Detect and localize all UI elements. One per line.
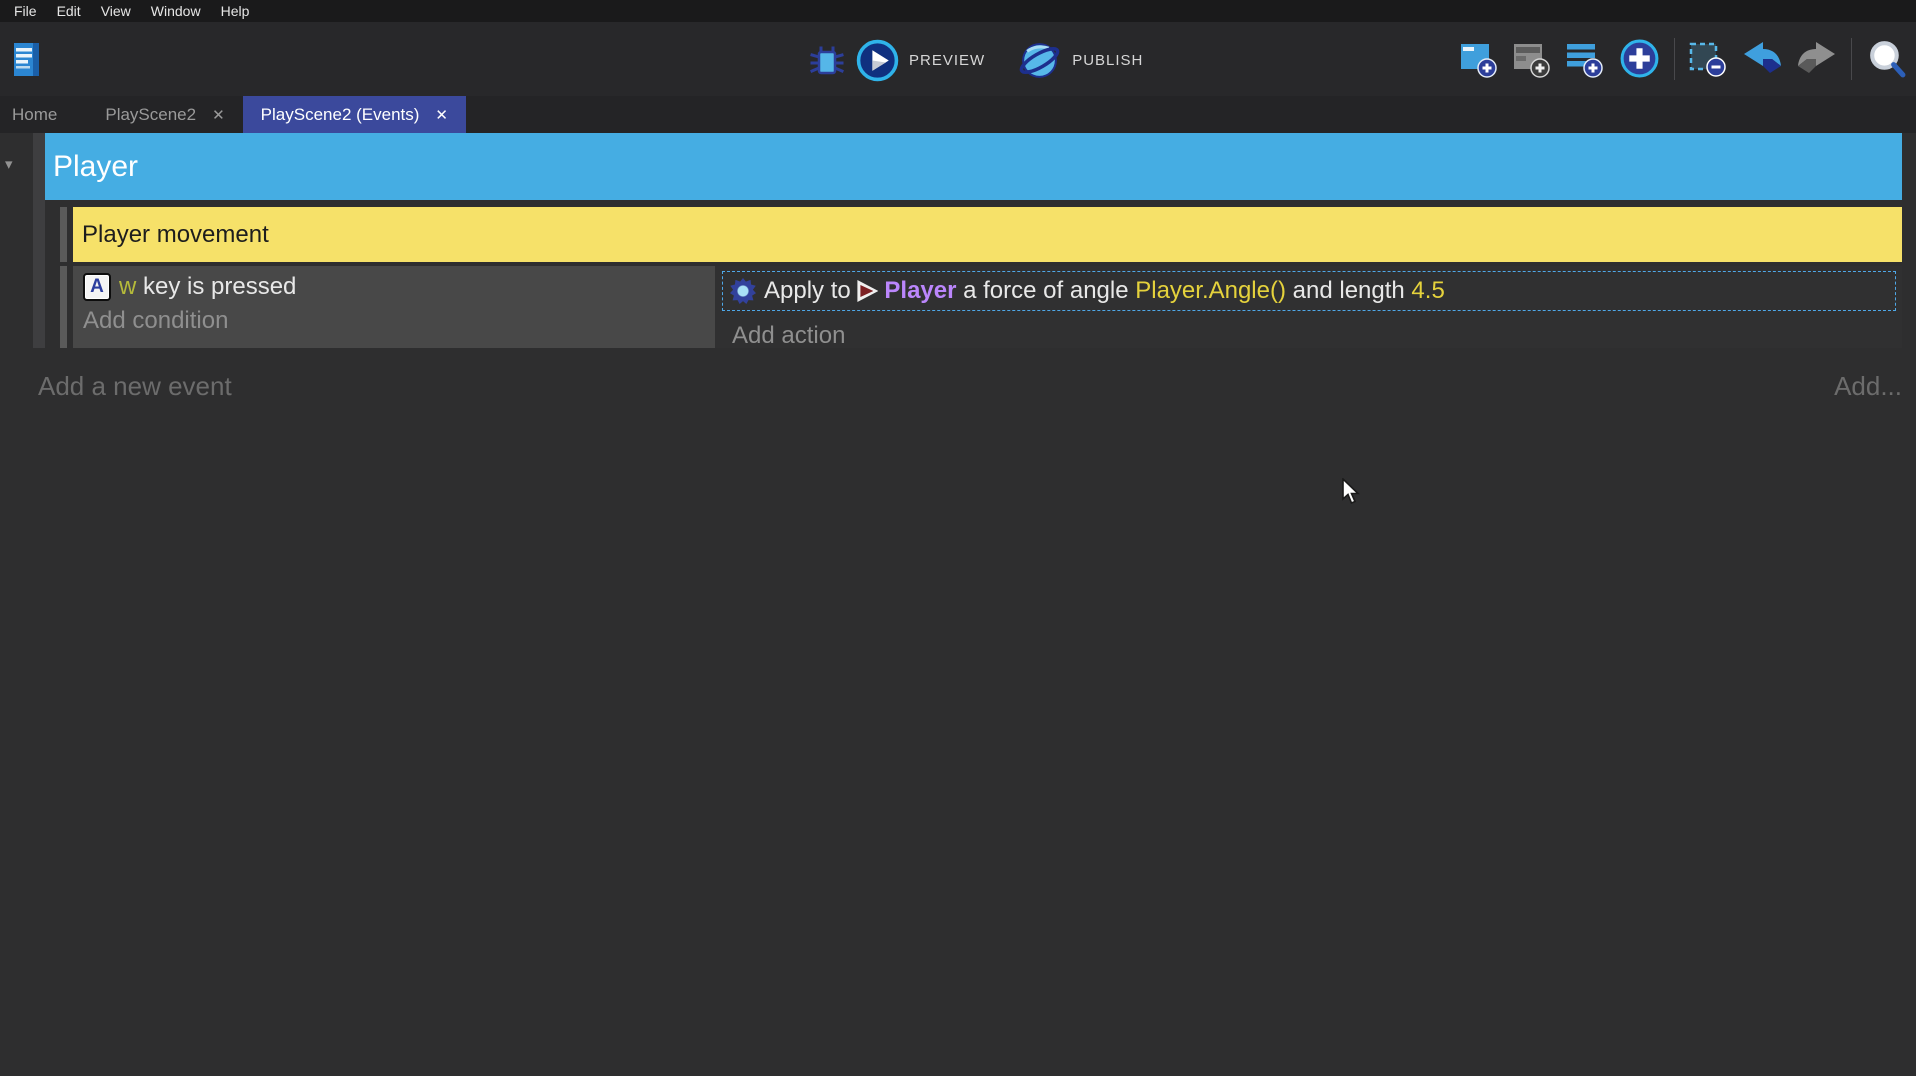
tab-playscene2-events[interactable]: PlayScene2 (Events) ✕ <box>243 96 466 133</box>
toolbar-separator <box>1851 38 1852 80</box>
globe-icon[interactable] <box>1017 38 1062 83</box>
close-icon[interactable]: ✕ <box>435 106 448 124</box>
undo-icon[interactable] <box>1741 40 1783 78</box>
add-action-button[interactable]: Add action <box>722 316 845 350</box>
text-segment: Player <box>884 277 956 305</box>
toolbar: PREVIEW PUBLISH <box>0 22 1916 96</box>
force-icon <box>730 278 756 304</box>
group-title: Player <box>45 150 138 184</box>
condition-key-pressed[interactable]: w key is pressed <box>73 266 715 301</box>
drag-handle[interactable] <box>60 266 67 348</box>
add-event-icon[interactable] <box>1459 39 1499 79</box>
events-sheet: ▾ Player Player movement w key is presse… <box>0 133 1916 1076</box>
text-segment: key is pressed <box>143 273 296 301</box>
event-row: w key is pressed Add condition Apply to … <box>73 266 1902 348</box>
remove-selection-icon[interactable] <box>1688 39 1728 79</box>
tab-label: PlayScene2 <box>105 105 196 125</box>
group-indent-spine <box>33 133 45 348</box>
search-icon[interactable] <box>1865 37 1908 80</box>
gdevelop-events-editor: FileEditViewWindowHelp <box>0 0 1916 1076</box>
drag-handle[interactable] <box>60 207 67 262</box>
text-segment: 4.5 <box>1411 277 1444 305</box>
chevron-down-icon[interactable]: ▾ <box>5 155 13 173</box>
event-group-player[interactable]: Player <box>45 133 1902 200</box>
action-text: Apply to Player a force of angle Player.… <box>723 277 1445 305</box>
add-condition-button[interactable]: Add condition <box>73 301 715 335</box>
add-new-event-button[interactable]: Add a new event <box>38 371 232 402</box>
menu-item[interactable]: Help <box>211 0 260 22</box>
preview-button[interactable]: PREVIEW <box>909 52 985 69</box>
toolbar-separator <box>1674 38 1675 80</box>
player-object-icon <box>857 280 878 302</box>
toolbar-center: PREVIEW PUBLISH <box>808 38 1165 83</box>
menu-item[interactable]: File <box>4 0 47 22</box>
publish-button[interactable]: PUBLISH <box>1072 52 1143 69</box>
tab-label: Home <box>12 105 57 125</box>
action-apply-force-selected[interactable]: Apply to Player a force of angle Player.… <box>722 271 1896 311</box>
text-segment: and length <box>1286 277 1411 305</box>
menu-item[interactable]: Edit <box>47 0 91 22</box>
comment-text: Player movement <box>73 221 269 249</box>
comment-row[interactable]: Player movement <box>73 207 1902 262</box>
app-logo-icon[interactable] <box>10 41 43 79</box>
tab-home[interactable]: Home <box>0 96 75 133</box>
text-segment: w <box>119 273 143 301</box>
debug-icon[interactable] <box>808 42 846 80</box>
close-icon[interactable]: ✕ <box>212 106 225 124</box>
add-comment-icon[interactable] <box>1565 39 1605 79</box>
tab-playscene2[interactable]: PlayScene2 ✕ <box>87 96 242 133</box>
text-segment: Player.Angle() <box>1135 277 1286 305</box>
menu-item[interactable]: Window <box>141 0 211 22</box>
keyboard-key-icon <box>83 273 111 301</box>
redo-icon[interactable] <box>1796 40 1838 78</box>
text-segment: a force of angle <box>956 277 1135 305</box>
toolbar-right <box>1459 37 1908 80</box>
conditions-column: w key is pressed Add condition <box>73 266 715 348</box>
add-circle-icon[interactable] <box>1618 37 1661 80</box>
menu-bar: FileEditViewWindowHelp <box>0 0 1916 22</box>
play-icon[interactable] <box>856 39 899 82</box>
tab-bar: Home PlayScene2 ✕ PlayScene2 (Events) ✕ <box>0 96 1916 133</box>
add-more-button[interactable]: Add... <box>1834 371 1902 402</box>
add-subevent-icon[interactable] <box>1512 39 1552 79</box>
tab-label: PlayScene2 (Events) <box>261 105 420 125</box>
menu-item[interactable]: View <box>91 0 141 22</box>
text-segment: Apply to <box>764 277 857 305</box>
